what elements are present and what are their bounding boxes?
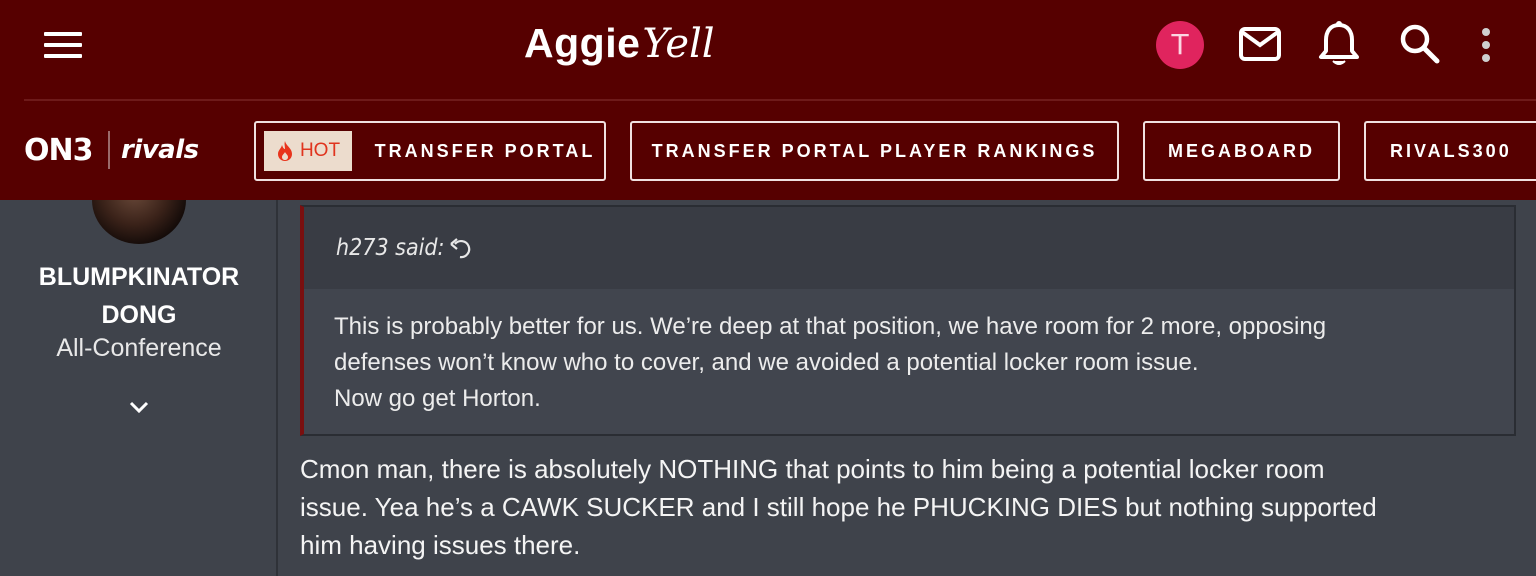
account-avatar[interactable]: T — [1156, 21, 1204, 69]
site-logo[interactable]: Aggie Yell — [524, 20, 715, 70]
quote-line: defenses won’t know who to cover, and we… — [334, 349, 1199, 376]
menu-icon-bar — [44, 43, 82, 47]
inbox-button[interactable] — [1238, 26, 1282, 67]
username[interactable]: BLUMPKINATOR DONG — [0, 258, 278, 334]
reply-arrow-icon — [450, 238, 471, 259]
rivals-logo[interactable]: rivals — [121, 135, 199, 165]
menu-icon-bar — [44, 54, 82, 58]
chevron-down-icon — [129, 401, 149, 414]
nav-label: RIVALS300 — [1390, 140, 1512, 161]
nav-transfer-portal-player-rankings[interactable]: TRANSFER PORTAL PLAYER RANKINGS — [630, 121, 1119, 181]
expand-user-button[interactable] — [128, 400, 150, 419]
on3-logo[interactable]: ON3 — [24, 133, 93, 168]
brand-separator — [108, 131, 110, 169]
nav-rivals300[interactable]: RIVALS300 — [1364, 121, 1536, 181]
post-line: Cmon man, there is absolutely NOTHING th… — [300, 454, 1325, 484]
header-divider — [24, 99, 1536, 101]
jump-to-quote-button[interactable] — [450, 235, 474, 266]
quote-block: h273 said: This is probably better for u… — [300, 205, 1516, 436]
nav-label: TRANSFER PORTAL PLAYER RANKINGS — [651, 140, 1098, 161]
more-vertical-icon — [1482, 28, 1490, 62]
quote-line: Now go get Horton. — [334, 385, 541, 412]
menu-button[interactable] — [44, 30, 84, 60]
mail-icon — [1239, 27, 1281, 61]
post-line: issue. Yea he’s a CAWK SUCKER and I stil… — [300, 492, 1377, 522]
search-icon — [1400, 24, 1440, 64]
username-line-2: DONG — [101, 301, 177, 329]
logo-script: Yell — [642, 21, 715, 67]
user-sidebar — [0, 200, 278, 576]
nav-label: TRANSFER PORTAL — [374, 140, 596, 161]
username-line-1: BLUMPKINATOR — [38, 263, 240, 291]
hot-badge: HOT — [264, 131, 352, 171]
quote-body: This is probably better for us. We’re de… — [304, 289, 1514, 434]
post-body: Cmon man, there is absolutely NOTHING th… — [300, 450, 1520, 564]
quote-author[interactable]: h273 said: — [336, 235, 445, 261]
hot-label: HOT — [299, 140, 341, 161]
user-title: All-Conference — [56, 334, 222, 362]
nav-transfer-portal[interactable]: HOT TRANSFER PORTAL — [254, 121, 606, 181]
flame-icon — [277, 141, 292, 161]
post-line: him having issues there. — [300, 530, 581, 560]
nav-label: MEGABOARD — [1168, 140, 1315, 161]
quote-header: h273 said: — [304, 207, 1514, 289]
nav-megaboard[interactable]: MEGABOARD — [1143, 121, 1340, 181]
alerts-button[interactable] — [1318, 20, 1360, 73]
more-options-button[interactable] — [1476, 26, 1496, 71]
bell-icon — [1319, 21, 1359, 65]
menu-icon — [44, 32, 82, 36]
quote-line: This is probably better for us. We’re de… — [334, 313, 1327, 340]
site-header: Aggie Yell T ON3 rivals HOT TRANSFER POR… — [0, 0, 1536, 200]
logo-main: Aggie — [524, 20, 641, 66]
search-button[interactable] — [1398, 22, 1442, 71]
